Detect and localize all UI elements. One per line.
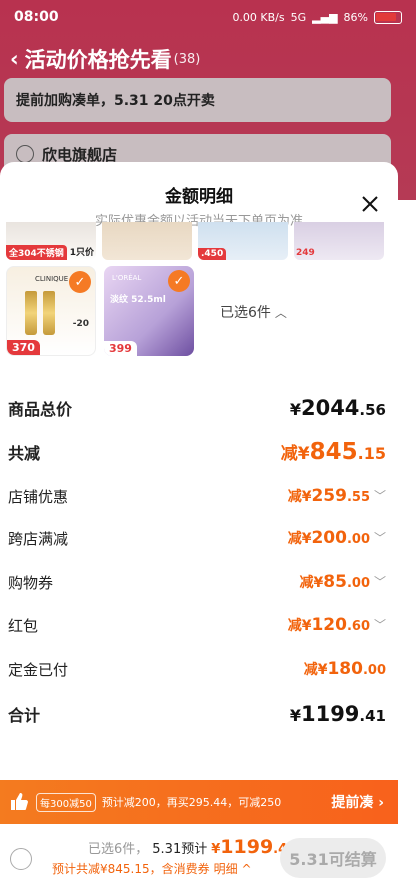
product-thumb-clinique[interactable]: CLINIQUE -20 ✓ 370 bbox=[6, 266, 96, 356]
store-radio-icon bbox=[16, 145, 34, 163]
amount: 减¥845.15 bbox=[280, 439, 386, 465]
serum-bottle-image bbox=[25, 291, 37, 335]
breakdown-value: ¥2044.56 bbox=[290, 396, 386, 420]
checkout-button[interactable]: 5.31可结算 bbox=[280, 838, 386, 878]
promo-chip: 每300减50 bbox=[36, 792, 96, 812]
amount: 减¥120.60 bbox=[287, 615, 370, 635]
product-thumb[interactable]: 249 bbox=[294, 222, 384, 260]
chevron-down-icon[interactable]: ﹀ bbox=[374, 619, 386, 631]
breakdown-row[interactable]: 购物券 减¥85.00 ﹀ bbox=[8, 568, 386, 596]
breakdown-label: 红包 bbox=[8, 616, 39, 635]
chevron-down-icon[interactable]: ﹀ bbox=[374, 532, 386, 544]
product-thumb[interactable] bbox=[102, 222, 192, 260]
amount: 减¥85.00 bbox=[299, 572, 370, 592]
product-thumbs-row: 全304不锈钢 1只价 .450 249 bbox=[6, 222, 384, 260]
breakdown-value: 减¥180.00 bbox=[304, 659, 386, 679]
presale-notice: 提前加购凑单，5.31 20点开卖 bbox=[4, 78, 391, 122]
breakdown-row[interactable]: 跨店满减 减¥200.00 ﹀ bbox=[8, 524, 386, 552]
breakdown-value: ¥1199.41 bbox=[290, 702, 386, 726]
background-header: ‹ 活动价格抢先看 (38) bbox=[10, 44, 200, 74]
thumb-tag: 全304不锈钢 bbox=[6, 245, 67, 260]
breakdown-row: 合计 ¥1199.41 bbox=[8, 698, 386, 730]
detail-link[interactable]: 明细 ^ bbox=[214, 860, 252, 877]
status-bar: 08:00 0.00 KB/s 5G ▂▄▆ 86% bbox=[0, 0, 416, 34]
amount: 减¥180.00 bbox=[303, 659, 386, 679]
product-thumb-loreal[interactable]: L'ORÉAL 淡纹 52.5ml ✓ 399 bbox=[104, 266, 194, 356]
selected-count: 已选6件 bbox=[220, 305, 271, 321]
page-title: 活动价格抢先看 bbox=[24, 48, 172, 72]
breakdown-value: 减¥120.60 ﹀ bbox=[288, 615, 386, 635]
close-icon[interactable] bbox=[360, 194, 380, 214]
chevron-up-icon: ︿ bbox=[274, 305, 287, 320]
selected-count-toggle[interactable]: 已选6件 ︿ bbox=[220, 302, 287, 322]
breakdown-label: 商品总价 bbox=[8, 400, 73, 419]
breakdown-value: 减¥85.00 ﹀ bbox=[300, 572, 386, 592]
breakdown-row[interactable]: 店铺优惠 减¥259.55 ﹀ bbox=[8, 482, 386, 510]
network-label: 5G bbox=[290, 10, 307, 24]
breakdown-row[interactable]: 红包 减¥120.60 ﹀ bbox=[8, 611, 386, 639]
sheet-title: 金额明细 bbox=[165, 187, 233, 207]
status-icons: 0.00 KB/s 5G ▂▄▆ 86% bbox=[232, 10, 402, 24]
serum-bottle-image bbox=[43, 291, 55, 335]
select-all-radio[interactable] bbox=[10, 848, 32, 870]
discount-summary: 预计共减¥845.15，含消费券 bbox=[52, 862, 210, 876]
bottom-price-line: 已选6件， 5.31预计 ¥1199.41 bbox=[88, 836, 296, 858]
brand-label: L'ORÉAL bbox=[112, 274, 142, 282]
selected-thumbs-row: CLINIQUE -20 ✓ 370 L'ORÉAL 淡纹 52.5ml ✓ 3… bbox=[6, 266, 194, 356]
bottom-bar: 已选6件， 5.31预计 ¥1199.41 预计共减¥845.15，含消费券 明… bbox=[0, 824, 416, 886]
page-title-count: (38) bbox=[173, 51, 201, 67]
status-time: 08:00 bbox=[14, 9, 59, 25]
battery-percent: 86% bbox=[343, 10, 368, 24]
amount: ¥1199.41 bbox=[289, 702, 386, 726]
thumb-tag: .450 bbox=[198, 248, 227, 260]
breakdown-row: 商品总价 ¥2044.56 bbox=[8, 392, 386, 424]
amount: 减¥200.00 bbox=[287, 528, 370, 548]
breakdown-label: 店铺优惠 bbox=[8, 487, 69, 506]
promo-desc: 预计减200，再买295.44，可减250 bbox=[101, 796, 282, 809]
price-tag: 370 bbox=[7, 340, 40, 355]
thumb-label: 1只价 bbox=[69, 248, 94, 258]
product-thumb[interactable]: .450 bbox=[198, 222, 288, 260]
breakdown-value: 减¥259.55 ﹀ bbox=[288, 486, 386, 506]
brand-label: CLINIQUE bbox=[35, 275, 69, 283]
price-tag: 399 bbox=[104, 341, 137, 356]
breakdown-value: 减¥200.00 ﹀ bbox=[288, 528, 386, 548]
amount: ¥2044.56 bbox=[289, 396, 386, 420]
signal-icon: ▂▄▆ bbox=[312, 10, 338, 24]
breakdown-value: 减¥845.15 bbox=[281, 439, 386, 465]
product-thumb[interactable]: 全304不锈钢 1只价 bbox=[6, 222, 96, 260]
amount: 减¥259.55 bbox=[287, 486, 370, 506]
breakdown-row: 定金已付 减¥180.00 bbox=[8, 655, 386, 683]
net-speed: 0.00 KB/s bbox=[232, 10, 285, 24]
breakdown-label: 购物券 bbox=[8, 573, 54, 592]
chevron-down-icon[interactable]: ﹀ bbox=[374, 490, 386, 502]
thumbs-up-icon bbox=[11, 793, 28, 810]
breakdown-label: 跨店满减 bbox=[8, 529, 69, 548]
amount-label: -20 bbox=[72, 319, 89, 329]
promo-action-button[interactable]: 提前凑 › bbox=[331, 792, 384, 812]
checkmark-icon[interactable]: ✓ bbox=[168, 270, 190, 292]
product-note: 淡纹 52.5ml bbox=[110, 295, 166, 305]
selected-summary: 已选6件， bbox=[88, 842, 149, 857]
chevron-down-icon[interactable]: ﹀ bbox=[374, 576, 386, 588]
thumb-label: 249 bbox=[296, 248, 315, 258]
breakdown-row: 共减 减¥845.15 bbox=[8, 436, 386, 468]
breakdown-label: 合计 bbox=[8, 706, 41, 725]
battery-icon bbox=[374, 10, 402, 24]
back-icon[interactable]: ‹ bbox=[10, 47, 19, 71]
breakdown-label: 定金已付 bbox=[8, 660, 69, 679]
checkmark-icon[interactable]: ✓ bbox=[69, 271, 91, 293]
breakdown-label: 共减 bbox=[8, 444, 41, 463]
promo-bar[interactable]: 每300减50 预计减200，再买295.44，可减250 提前凑 › bbox=[0, 780, 398, 824]
bottom-summary-line: 预计共减¥845.15，含消费券 明细 ^ bbox=[52, 860, 252, 877]
presale-label: 5.31预计 bbox=[152, 842, 208, 857]
